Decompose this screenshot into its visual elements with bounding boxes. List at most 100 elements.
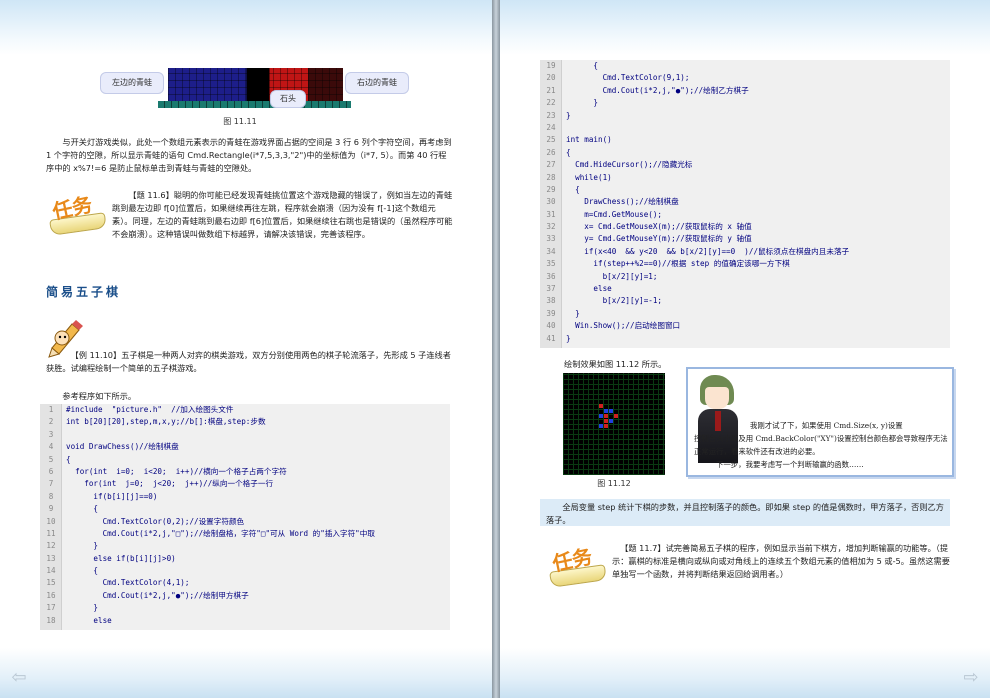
- code-line: 3: [40, 429, 450, 441]
- code-line: 37 else: [540, 283, 950, 295]
- line-number: 7: [48, 479, 54, 489]
- code-line: 19 {: [540, 60, 950, 72]
- code-line: 40 Win.Show();//启动绘图窗口: [540, 320, 950, 332]
- left-page: 左边的青蛙 右边的青蛙 石头 图 11.11 与开关灯游戏类似，此处一个数组元素…: [0, 0, 492, 698]
- code-block: 1 #include "picture.h" //加入绘图头文件 2 int b[20…: [40, 404, 450, 630]
- line-number: 33: [546, 234, 556, 244]
- code-text: Cmd.TextColor(4,1);: [66, 578, 190, 588]
- code-line: 33 y= Cmd.GetMouseY(m);//获取鼠标的 y 轴值: [540, 233, 950, 245]
- left-arrow-icon[interactable]: ⇦: [8, 669, 30, 687]
- chess-stone: [614, 414, 618, 418]
- character-note-box: 我刚才试了下，如果使用 Cmd.Size(x, y)设置 控制台大小以及用 Cm…: [686, 367, 954, 477]
- line-number: 9: [48, 504, 54, 514]
- frog-board-image: [158, 68, 351, 108]
- code-text: }: [566, 333, 571, 343]
- line-number: 30: [546, 197, 556, 207]
- paragraph: 与开关灯游戏类似，此处一个数组元素表示的青蛙在游戏界面占据的空间是 3 行 6 …: [46, 137, 452, 173]
- line-number: 38: [546, 296, 556, 306]
- paragraph: 全局变量 step 统计下棋的步数，并且控制落子的颜色。即如果 step 的值是…: [546, 502, 944, 525]
- code-line: 36 b[x/2][y]=1;: [540, 271, 950, 283]
- line-number: 40: [546, 321, 556, 331]
- chess-stone: [609, 419, 613, 423]
- line-number: 27: [546, 160, 556, 170]
- code-text: b[x/2][y]=1;: [566, 271, 658, 281]
- code-line: 11 Cmd.Cout(i*2,j,"□");//绘制盘格，字符"□"可从 Wo…: [40, 528, 450, 540]
- line-number: 31: [546, 209, 556, 219]
- code-line: 29 {: [540, 184, 950, 196]
- code-line: 14 {: [40, 565, 450, 577]
- code-text: Cmd.Cout(i*2,j,"□");//绘制盘格，字符"□"可从 Word …: [66, 528, 375, 538]
- code-text: }: [566, 308, 580, 318]
- line-number: 6: [48, 466, 54, 476]
- code-text: {: [66, 566, 99, 576]
- code-text: }: [66, 541, 99, 551]
- example-text: 【例 11.10】五子棋是一种两人对弈的棋类游戏，双方分别使用两色的棋子轮流落子…: [46, 350, 451, 373]
- code-line: 16 Cmd.Cout(i*2,j,"●");//绘制甲方棋子: [40, 590, 450, 602]
- code-text: {: [66, 504, 99, 514]
- code-line: 2 int b[20][20],step,m,x,y;//b[]:棋盘,step:…: [40, 416, 450, 428]
- code-line: 25 int main(): [540, 134, 950, 146]
- code-line: 5{: [40, 454, 450, 466]
- task-icon: 任务: [546, 540, 616, 592]
- code-line: 4 void DrawChess()//绘制棋盘: [40, 441, 450, 453]
- code-line: 9 {: [40, 503, 450, 515]
- code-text: {: [566, 61, 599, 70]
- right-arrow-icon[interactable]: ⇨: [960, 669, 982, 687]
- code-line: 17 }: [40, 602, 450, 614]
- code-text: #include "picture.h" //加入绘图头文件: [66, 405, 234, 414]
- character-note-text: 我刚才试了下，如果使用 Cmd.Size(x, y)设置 控制台大小以及用 Cm…: [694, 419, 948, 471]
- code-text: for(int j=0; j<20; j++)//纵向一个格子一行: [66, 479, 274, 489]
- line-number: 29: [546, 184, 556, 194]
- code-text: DrawChess();//绘制棋盘: [566, 197, 679, 207]
- chess-stone: [609, 409, 613, 413]
- line-number: 18: [46, 615, 56, 625]
- code-text: else: [66, 615, 112, 625]
- chess-stone: [599, 424, 603, 428]
- code-line: 23}: [540, 110, 950, 122]
- task-text: 【题 11.6】聪明的你可能已经发现青蛙挑位置这个游戏隐藏的错误了，例如当左边的…: [112, 190, 453, 239]
- code-line: 41}: [540, 333, 950, 345]
- section-title: 简易五子棋: [46, 285, 122, 299]
- code-text: Cmd.TextColor(0,2);//设置字符颜色: [66, 516, 245, 526]
- line-number: 10: [46, 516, 56, 526]
- callout-right-frog: 右边的青蛙: [345, 72, 409, 94]
- page-footer-band: [0, 648, 492, 698]
- code-block: 19 {20 Cmd.TextColor(9,1); 21 Cmd.Cout(i*…: [540, 60, 950, 348]
- line-number: 23: [546, 110, 556, 120]
- line-number: 36: [546, 271, 556, 281]
- code-line: 13 else if(b[i][j]>0): [40, 553, 450, 565]
- code-text: else if(b[i][j]>0): [66, 553, 176, 563]
- code-text: int main(): [566, 135, 612, 145]
- code-line: 26 {: [540, 147, 950, 159]
- code-line: 8 if(b[i][j]==0): [40, 491, 450, 503]
- frog-game-figure: 左边的青蛙 右边的青蛙 石头: [100, 62, 410, 112]
- line-number: 19: [546, 61, 556, 70]
- code-text: Cmd.Cout(i*2,j,"●");//绘制乙方棋子: [566, 85, 749, 95]
- code-line: 22 }: [540, 97, 950, 109]
- line-number: 8: [48, 491, 54, 501]
- task-icon: 任务: [46, 188, 116, 240]
- line-number: 41: [546, 333, 556, 343]
- code-text: {: [566, 184, 580, 194]
- code-line: 35 if(step++%2==0)//根据 step 的值确定该哪一方下棋: [540, 258, 950, 270]
- code-line: 18 else: [40, 615, 450, 627]
- callout-stone: 石头: [270, 90, 306, 108]
- gomoku-board-figure: [563, 373, 665, 475]
- code-text: int b[20][20],step,m,x,y;//b[]:棋盘,step:步…: [66, 417, 266, 427]
- code-line: 32 x= Cmd.GetMouseX(m);//获取鼠标的 x 轴值: [540, 221, 950, 233]
- code-line: 12 }: [40, 540, 450, 552]
- code-text: void DrawChess()//绘制棋盘: [66, 442, 179, 452]
- code-text: for(int i=0; i<20; i++)//横向一个格子占两个字符: [66, 466, 287, 476]
- code-text: Win.Show();//启动绘图窗口: [566, 321, 681, 331]
- code-line: 39 }: [540, 308, 950, 320]
- line-number: 21: [546, 85, 556, 95]
- chess-stone: [604, 419, 608, 423]
- page-footer-band: [500, 648, 990, 698]
- code-line: 21 Cmd.Cout(i*2,j,"●");//绘制乙方棋子: [540, 85, 950, 97]
- figure-caption: 图 11.12: [597, 479, 631, 488]
- line-number: 2: [48, 417, 54, 427]
- code-text: }: [566, 98, 599, 108]
- code-line: 20 Cmd.TextColor(9,1);: [540, 72, 950, 84]
- code-text: m=Cmd.GetMouse();: [566, 209, 663, 219]
- line-number: 3: [48, 429, 54, 439]
